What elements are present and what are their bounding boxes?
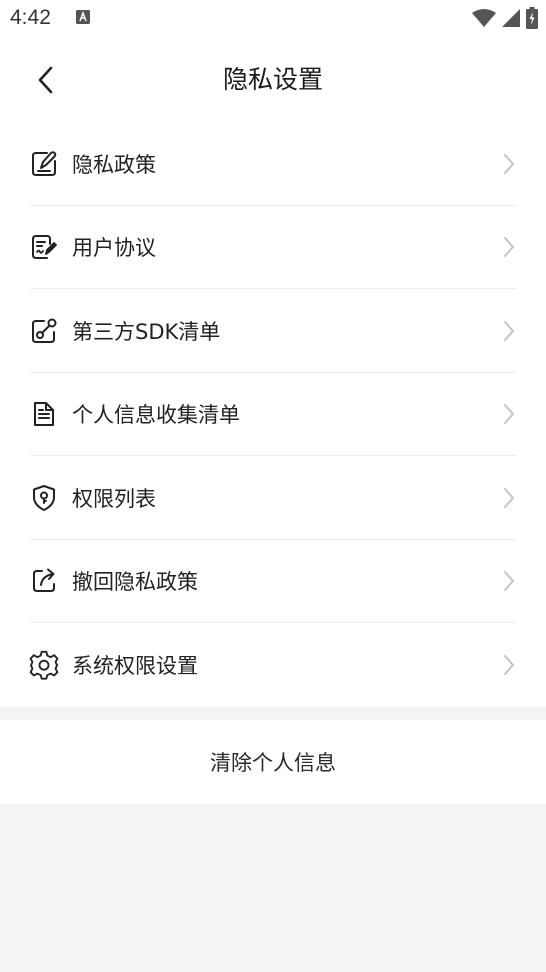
chevron-right-icon — [504, 654, 514, 675]
a-notification-icon — [76, 10, 90, 24]
chevron-right-icon — [504, 153, 514, 174]
edit-note-icon — [28, 148, 60, 180]
menu-item-label: 权限列表 — [72, 486, 156, 511]
menu-item-user-agreement[interactable]: 用户协议 — [0, 206, 546, 289]
clear-personal-info-button[interactable]: 清除个人信息 — [0, 720, 546, 804]
share-out-icon — [28, 565, 60, 597]
menu-item-privacy-policy[interactable]: 隐私政策 — [0, 122, 546, 206]
chevron-right-icon — [504, 237, 514, 258]
chevron-right-icon — [504, 571, 514, 592]
gear-icon — [28, 649, 60, 681]
menu-item-label: 系统权限设置 — [72, 653, 198, 678]
chevron-right-icon — [504, 487, 514, 508]
menu-item-permission-list[interactable]: 权限列表 — [0, 456, 546, 540]
page-title: 隐私设置 — [222, 65, 323, 94]
menu-item-system-permission-settings[interactable]: 系统权限设置 — [0, 623, 546, 707]
privacy-menu: 隐私政策 用户协议 第三方SDK清单 个人信息收集清单 权限列表 撤回隐私政策 … — [0, 122, 546, 707]
document-edit-icon — [28, 231, 60, 263]
chevron-right-icon — [504, 404, 514, 425]
chevron-right-icon — [504, 320, 514, 341]
link-nodes-icon — [28, 315, 60, 347]
menu-item-personal-info-collection[interactable]: 个人信息收集清单 — [0, 373, 546, 456]
menu-item-label: 撤回隐私政策 — [72, 570, 198, 595]
menu-item-revoke-privacy-policy[interactable]: 撤回隐私政策 — [0, 540, 546, 623]
signal-icon — [502, 9, 520, 27]
shield-key-icon — [28, 482, 60, 514]
menu-item-label: 隐私政策 — [72, 152, 156, 177]
battery-icon — [526, 7, 538, 29]
status-bar: 4:42 — [0, 0, 546, 38]
document-list-icon — [28, 398, 60, 430]
status-icons — [472, 7, 538, 29]
menu-item-third-party-sdk[interactable]: 第三方SDK清单 — [0, 289, 546, 373]
header: 隐私设置 — [0, 38, 546, 122]
wifi-icon — [472, 9, 496, 27]
status-time: 4:42 — [10, 6, 51, 29]
menu-item-label: 第三方SDK清单 — [72, 319, 221, 344]
menu-item-label: 个人信息收集清单 — [72, 403, 240, 428]
menu-item-label: 用户协议 — [72, 236, 156, 261]
clear-personal-info-label: 清除个人信息 — [210, 751, 336, 775]
